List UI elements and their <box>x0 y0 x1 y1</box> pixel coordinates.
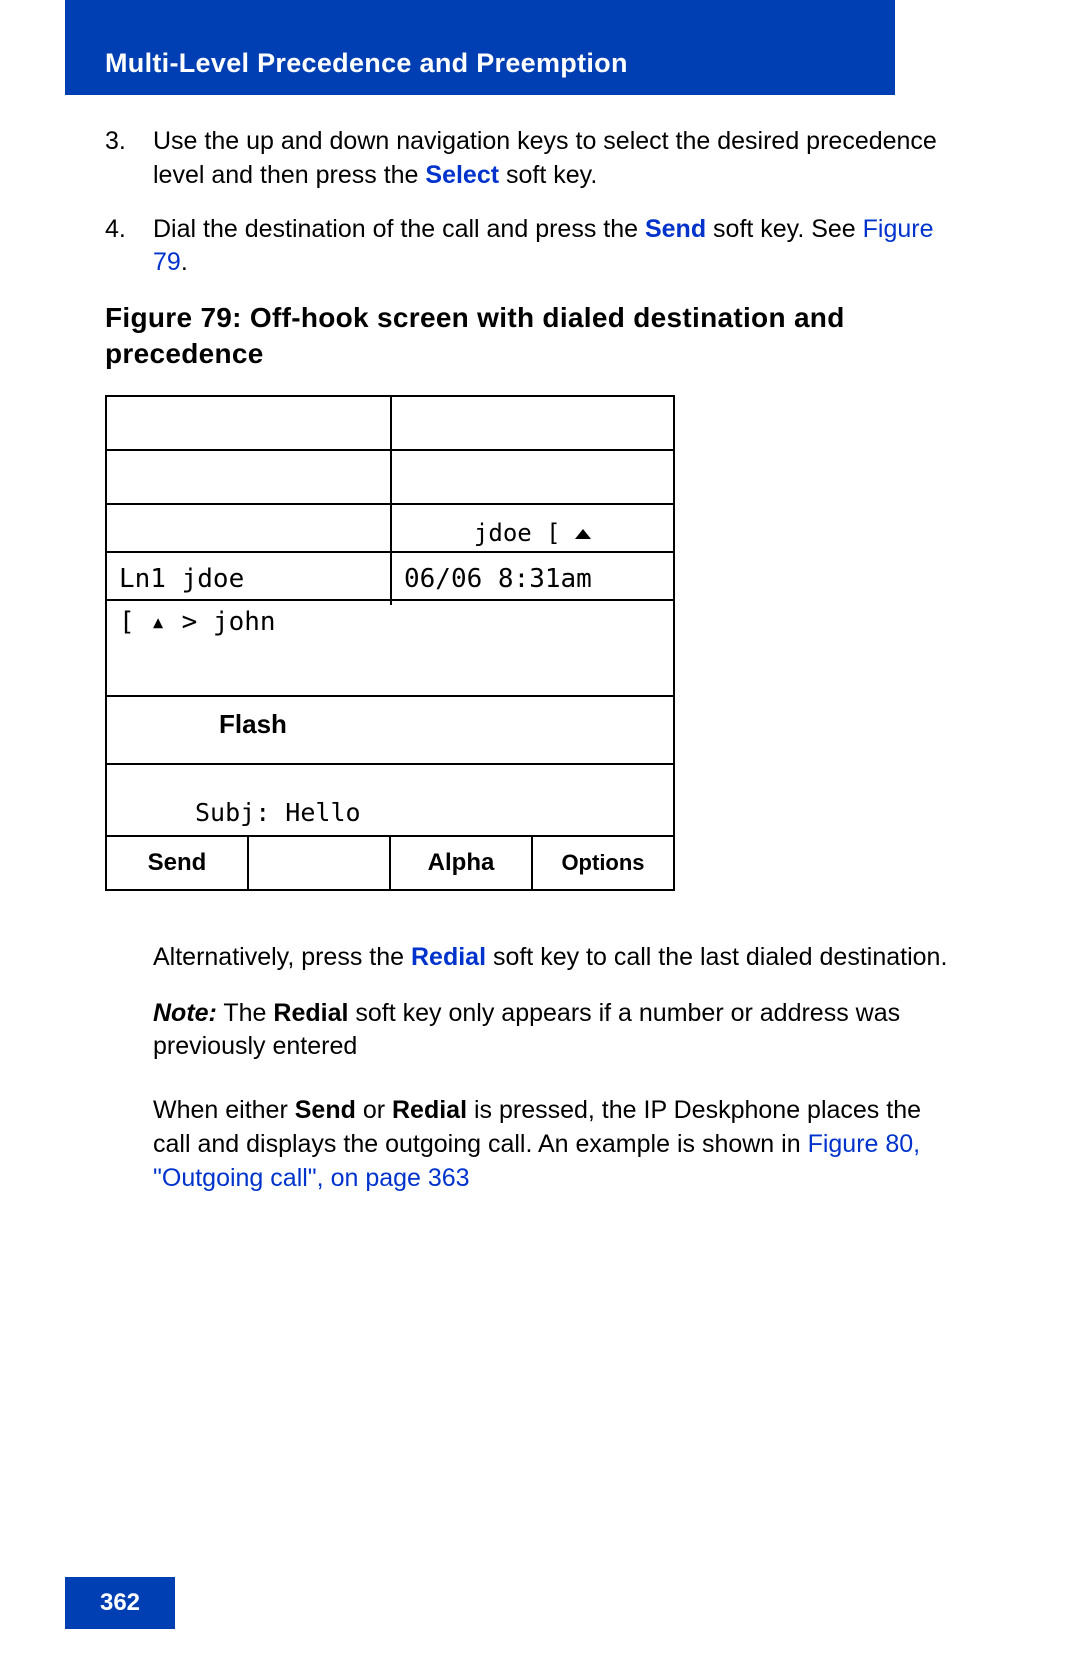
line-label: Ln1 jdoe <box>107 553 390 605</box>
select-softkey-ref: Select <box>425 161 499 189</box>
page-number: 362 <box>65 1577 175 1629</box>
jdoe-header: jdoe [ <box>390 505 673 557</box>
chapter-header: Multi-Level Precedence and Preemption <box>65 0 895 95</box>
softkey-options: Options <box>533 837 673 889</box>
paragraph-note: Note: The Redial soft key only appears i… <box>153 997 963 1065</box>
step-number: 3. <box>105 125 153 193</box>
step-4: 4. Dial the destination of the call and … <box>105 213 965 281</box>
after-figure-text: Alternatively, press the Redial soft key… <box>153 941 963 1196</box>
phone-row-john: [ ▴ > john <box>107 601 673 697</box>
john-line-text: [ ▴ > john <box>119 607 276 695</box>
datetime-value: 06/06 8:31am <box>390 553 673 605</box>
step-3: 3. Use the up and down navigation keys t… <box>105 125 965 193</box>
send-softkey-ref: Send <box>645 215 706 243</box>
chapter-title: Multi-Level Precedence and Preemption <box>105 48 628 79</box>
figure-caption: Figure 79: Off-hook screen with dialed d… <box>105 300 965 373</box>
step-text: Use the up and down navigation keys to s… <box>153 125 965 193</box>
redial-softkey-ref: Redial <box>411 943 486 971</box>
paragraph-redial-alt: Alternatively, press the Redial soft key… <box>153 941 963 975</box>
phone-row-line-date: Ln1 jdoe 06/06 8:31am <box>107 553 673 601</box>
phone-row-subject: Subj: Hello <box>107 765 673 837</box>
phone-row-jdoe-header: jdoe [ <box>107 505 673 553</box>
softkey-alpha: Alpha <box>391 837 533 889</box>
phone-row-flash: Flash <box>107 697 673 765</box>
softkey-send: Send <box>107 837 249 889</box>
softkey-blank <box>249 837 391 889</box>
phone-row-blank-2 <box>107 451 673 505</box>
instruction-steps: 3. Use the up and down navigation keys t… <box>105 125 965 280</box>
phone-screen-mockup: jdoe [ Ln1 jdoe 06/06 8:31am [ ▴ > john … <box>105 395 675 891</box>
note-label: Note: <box>153 999 217 1027</box>
page-content: 3. Use the up and down navigation keys t… <box>105 125 965 1217</box>
phone-row-blank-1 <box>107 397 673 451</box>
paragraph-send-redial: When either Send or Redial is pressed, t… <box>153 1094 963 1195</box>
phone-softkeys: Send Alpha Options <box>107 837 673 889</box>
step-number: 4. <box>105 213 153 281</box>
triangle-up-icon <box>575 529 591 539</box>
step-text: Dial the destination of the call and pre… <box>153 213 965 281</box>
